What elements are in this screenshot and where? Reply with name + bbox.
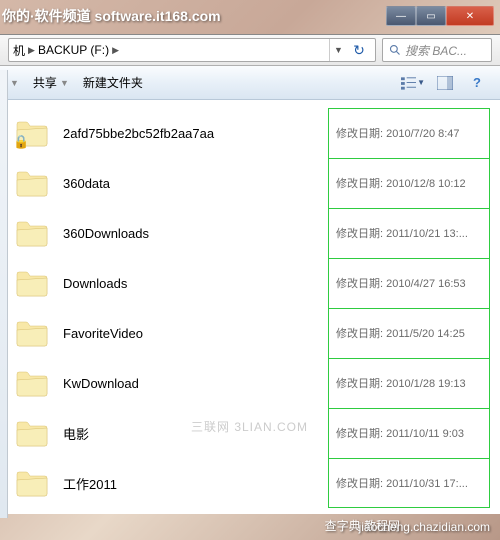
- close-button[interactable]: ✕: [446, 6, 494, 26]
- folder-icon: [15, 268, 49, 298]
- file-list: 三联网 3LIAN.COM 🔒2afd75bbe2bc52fb2aa7aa修改日…: [0, 100, 500, 514]
- folder-icon: [15, 218, 49, 248]
- search-placeholder: 搜索 BAC...: [405, 42, 467, 59]
- folder-icon: 🔒: [15, 118, 49, 148]
- item-date: 修改日期: 2010/7/20 8:47: [336, 125, 486, 141]
- list-item[interactable]: 工作2011修改日期: 2011/10/31 17:...: [1, 458, 500, 508]
- item-date: 修改日期: 2011/5/20 14:25: [336, 325, 486, 341]
- refresh-icon[interactable]: ↻: [347, 39, 371, 61]
- list-item[interactable]: FavoriteVideo修改日期: 2011/5/20 14:25: [1, 308, 500, 358]
- annotation-line: [328, 208, 490, 209]
- annotation-line: [328, 408, 490, 409]
- folder-icon: [15, 368, 49, 398]
- search-icon: [389, 44, 401, 56]
- share-button[interactable]: 共享 ▼: [33, 74, 69, 91]
- item-name: 电影: [63, 424, 336, 443]
- annotation-line: [328, 158, 490, 159]
- folder-icon: [15, 418, 49, 448]
- help-icon[interactable]: ?: [464, 71, 490, 95]
- item-date: 修改日期: 2011/10/31 17:...: [336, 475, 486, 491]
- item-date: 修改日期: 2010/4/27 16:53: [336, 275, 486, 291]
- search-input[interactable]: 搜索 BAC...: [382, 38, 492, 62]
- bottom-watermark-2: jiaocheng.chazidian.com: [359, 520, 490, 534]
- list-item[interactable]: 360Downloads修改日期: 2011/10/21 13:...: [1, 208, 500, 258]
- folder-icon: [15, 318, 49, 348]
- item-date: 修改日期: 2010/1/28 19:13: [336, 375, 486, 391]
- folder-icon: [15, 168, 49, 198]
- item-name: FavoriteVideo: [63, 326, 336, 341]
- toolbar-dropdown[interactable]: ▼: [10, 78, 19, 88]
- chevron-right-icon: ▶: [112, 45, 119, 56]
- item-date: 修改日期: 2011/10/21 13:...: [336, 225, 486, 241]
- annotation-line: [328, 258, 490, 259]
- list-item[interactable]: 🔒 2afd75bbe2bc52fb2aa7aa修改日期: 2010/7/20 8…: [1, 108, 500, 158]
- list-item[interactable]: Downloads修改日期: 2010/4/27 16:53: [1, 258, 500, 308]
- item-date: 修改日期: 2010/12/8 10:12: [336, 175, 486, 191]
- item-name: 360data: [63, 176, 336, 191]
- address-dropdown-icon[interactable]: ▼: [329, 39, 347, 61]
- annotation-line: [328, 358, 490, 359]
- breadcrumb-seg-1[interactable]: 机: [13, 42, 25, 59]
- list-item[interactable]: 电影修改日期: 2011/10/11 9:03: [1, 408, 500, 458]
- list-item[interactable]: 360data修改日期: 2010/12/8 10:12: [1, 158, 500, 208]
- item-name: 2afd75bbe2bc52fb2aa7aa: [63, 126, 336, 141]
- explorer-window: — ▭ ✕ 机 ▶ BACKUP (F:) ▶ ▼ ↻ 搜索 BAC... ▼ …: [0, 4, 500, 514]
- new-folder-button[interactable]: 新建文件夹: [83, 74, 143, 91]
- preview-pane-icon[interactable]: [432, 71, 458, 95]
- item-name: Downloads: [63, 276, 336, 291]
- list-item[interactable]: KwDownload修改日期: 2010/1/28 19:13: [1, 358, 500, 408]
- minimize-button[interactable]: —: [386, 6, 416, 26]
- item-name: KwDownload: [63, 376, 336, 391]
- left-pane-edge: [0, 70, 8, 518]
- address-row: 机 ▶ BACKUP (F:) ▶ ▼ ↻ 搜索 BAC...: [0, 34, 500, 66]
- annotation-line: [328, 308, 490, 309]
- address-bar[interactable]: 机 ▶ BACKUP (F:) ▶ ▼ ↻: [8, 38, 376, 62]
- maximize-button[interactable]: ▭: [416, 6, 446, 26]
- item-name: 工作2011: [63, 474, 336, 493]
- item-date: 修改日期: 2011/10/11 9:03: [336, 425, 486, 441]
- toolbar: ▼ 共享 ▼ 新建文件夹 ▼ ?: [0, 66, 500, 100]
- top-watermark: 你的·软件频道 software.it168.com: [2, 6, 221, 26]
- lock-icon: 🔒: [13, 134, 29, 150]
- chevron-right-icon: ▶: [28, 45, 35, 56]
- view-options-icon[interactable]: ▼: [400, 71, 426, 95]
- item-name: 360Downloads: [63, 226, 336, 241]
- breadcrumb-seg-2[interactable]: BACKUP (F:): [38, 43, 109, 57]
- folder-icon: [15, 468, 49, 498]
- annotation-line: [328, 458, 490, 459]
